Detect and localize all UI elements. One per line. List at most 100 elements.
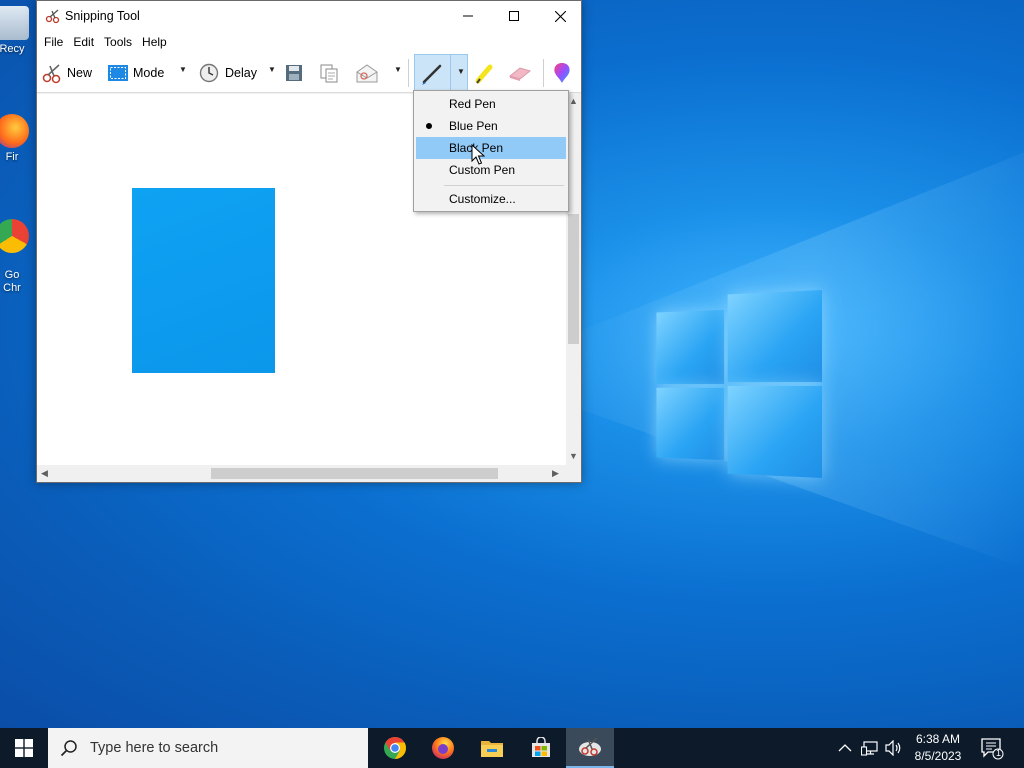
vertical-scroll-thumb[interactable] [568, 214, 579, 344]
action-center-button[interactable]: 1 [980, 736, 1004, 760]
new-button[interactable]: New [41, 59, 92, 87]
clock-icon [199, 63, 219, 83]
scroll-left-arrow[interactable]: ◀ [41, 468, 48, 479]
toolbar: New Mode ▼ Delay ▼ ▼ ▼ [37, 53, 581, 93]
copy-button[interactable] [319, 59, 339, 87]
close-button[interactable] [537, 1, 583, 31]
chrome-icon [0, 219, 29, 253]
eraser-button[interactable] [507, 59, 533, 87]
menu-item-blue-pen[interactable]: Blue Pen [416, 115, 566, 137]
network-icon [861, 741, 878, 756]
send-snip-button[interactable] [355, 59, 379, 87]
save-button[interactable] [285, 59, 303, 87]
copy-icon [320, 64, 338, 83]
taskbar-microsoft-store[interactable] [517, 728, 565, 768]
mode-rectangle-icon [108, 65, 128, 81]
recycle-bin-icon [0, 6, 29, 40]
save-icon [286, 65, 302, 81]
highlighter-icon [475, 64, 493, 84]
speaker-icon [885, 740, 901, 756]
paint-3d-icon [554, 63, 570, 83]
clock-date: 8/5/2023 [914, 749, 962, 763]
start-button[interactable] [0, 728, 48, 768]
menu-item-red-pen[interactable]: Red Pen [416, 93, 566, 115]
firefox-icon [432, 737, 454, 759]
close-icon [554, 10, 566, 22]
pen-icon [422, 64, 442, 85]
taskbar-firefox[interactable] [419, 728, 467, 768]
desktop-icon-label: Recy [0, 43, 25, 55]
mode-button[interactable]: Mode [107, 59, 164, 87]
title-bar[interactable]: Snipping Tool [37, 1, 581, 31]
mode-label: Mode [133, 66, 165, 80]
scroll-down-arrow[interactable]: ▼ [569, 451, 578, 461]
desktop-icon-label: Go Chr [3, 269, 21, 294]
desktop-icon-label: Fir [5, 151, 19, 163]
windows-logo-wallpaper [656, 290, 822, 480]
new-snip-icon [42, 64, 61, 84]
snipping-tool-icon [579, 737, 601, 756]
minimize-icon [463, 15, 473, 17]
taskbar-snipping-tool[interactable] [566, 728, 614, 768]
delay-dropdown-arrow[interactable]: ▼ [268, 65, 276, 74]
taskbar: Type here to search 6:38 AM 8/5/2023 1 [0, 728, 1024, 768]
firefox-icon [0, 114, 29, 148]
menu-item-black-pen[interactable]: Black Pen [416, 137, 566, 159]
toolbar-separator [543, 59, 544, 87]
taskbar-file-explorer[interactable] [468, 728, 516, 768]
send-dropdown-arrow[interactable]: ▼ [394, 65, 402, 74]
search-icon [60, 740, 77, 757]
taskbar-chrome[interactable] [371, 728, 419, 768]
paint-3d-button[interactable] [551, 59, 573, 87]
new-label: New [67, 66, 93, 80]
scrollbar-corner [566, 465, 581, 482]
store-bag-icon [532, 737, 550, 757]
folder-icon [481, 741, 503, 757]
scroll-up-arrow[interactable]: ▲ [569, 96, 578, 106]
delay-button[interactable]: Delay [199, 59, 257, 87]
pen-button[interactable]: ▼ [414, 54, 468, 91]
selected-bullet-icon [426, 123, 432, 129]
horizontal-scrollbar[interactable]: ◀ ▶ [37, 465, 566, 482]
pen-dropdown-arrow[interactable]: ▼ [457, 67, 465, 76]
scroll-right-arrow[interactable]: ▶ [552, 468, 559, 479]
scissors-app-icon [45, 9, 60, 24]
menu-edit[interactable]: Edit [68, 31, 99, 53]
menu-item-customize[interactable]: Customize... [416, 188, 566, 210]
window-title: Snipping Tool [65, 9, 140, 23]
menu-file[interactable]: File [39, 31, 68, 53]
menu-help[interactable]: Help [137, 31, 172, 53]
minimize-button[interactable] [445, 1, 491, 31]
menu-item-label: Red Pen [449, 97, 496, 111]
show-hidden-icons-button[interactable] [838, 728, 852, 768]
clock-time: 6:38 AM [915, 732, 961, 746]
menu-tools[interactable]: Tools [99, 31, 137, 53]
chrome-icon [384, 737, 406, 759]
menu-item-custom-pen[interactable]: Custom Pen [416, 159, 566, 181]
snipping-tool-window: Snipping Tool File Edit Tools Help New M… [36, 0, 582, 483]
toolbar-separator [408, 59, 409, 87]
eraser-icon [508, 67, 532, 81]
menu-item-label: Customize... [449, 192, 516, 206]
mode-dropdown-arrow[interactable]: ▼ [179, 65, 187, 74]
maximize-button[interactable] [491, 1, 537, 31]
windows-start-icon [15, 739, 33, 757]
horizontal-scroll-thumb[interactable] [211, 468, 498, 479]
highlighter-button[interactable] [473, 59, 497, 87]
taskbar-search-box[interactable]: Type here to search [48, 728, 368, 768]
captured-snip-image [132, 188, 275, 373]
envelope-icon [356, 64, 378, 83]
maximize-icon [509, 11, 519, 21]
network-button[interactable] [861, 728, 879, 768]
system-clock[interactable]: 6:38 AM 8/5/2023 [906, 731, 970, 765]
mouse-pointer-icon [471, 144, 485, 165]
notification-count: 1 [995, 748, 1001, 758]
delay-label: Delay [225, 66, 257, 80]
menu-item-label: Blue Pen [449, 119, 498, 133]
volume-button[interactable] [885, 728, 903, 768]
menu-bar: File Edit Tools Help [37, 31, 581, 53]
menu-separator [444, 185, 564, 186]
pen-dropdown-menu: Red Pen Blue Pen Black Pen Custom Pen Cu… [413, 90, 569, 212]
chevron-up-icon [838, 744, 852, 752]
search-placeholder: Type here to search [90, 740, 219, 756]
